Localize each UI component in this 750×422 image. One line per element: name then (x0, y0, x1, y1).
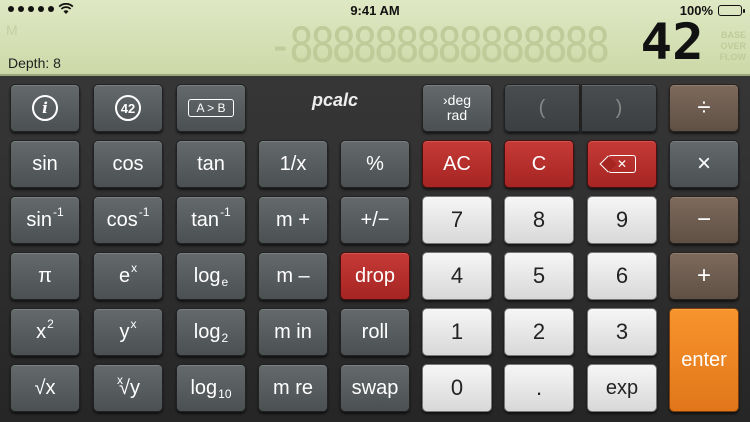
lcd-ghost-segments: -888888888888888 (268, 18, 610, 74)
square-root-button[interactable]: √x (10, 364, 80, 412)
right-paren-button[interactable]: ) (581, 84, 657, 132)
ln-button[interactable]: log e (176, 252, 246, 300)
left-paren-button[interactable]: ( (504, 84, 580, 132)
cos-button[interactable]: cos (93, 140, 163, 188)
log10-button[interactable]: log 10 (176, 364, 246, 412)
pcalc-badge-button[interactable]: 42 (93, 84, 163, 132)
divide-button[interactable]: ÷ (669, 84, 739, 132)
stack-depth: Depth: 8 (8, 55, 61, 71)
rad-label: rad (446, 107, 468, 123)
digit-1-button[interactable]: 1 (422, 308, 492, 356)
over-indicator: OVER (720, 41, 746, 51)
deg-rad-toggle[interactable]: ›deg rad (422, 84, 492, 132)
deg-label: ›deg (442, 92, 472, 108)
battery-icon (718, 5, 745, 16)
flow-indicator: FLOW (719, 52, 747, 62)
add-button[interactable]: + (669, 252, 739, 300)
digit-9-button[interactable]: 9 (587, 196, 657, 244)
enter-button[interactable]: enter (669, 308, 739, 412)
display-value: 42 (640, 13, 704, 71)
base-indicator: BASE (720, 30, 746, 40)
arccos-button[interactable]: cos -1 (93, 196, 163, 244)
power-button[interactable]: yx (93, 308, 163, 356)
clear-button[interactable]: C (504, 140, 574, 188)
exponent-button[interactable]: exp (587, 364, 657, 412)
memory-recall-button[interactable]: m re (258, 364, 328, 412)
pi-button[interactable]: π (10, 252, 80, 300)
memory-in-button[interactable]: m in (258, 308, 328, 356)
digit-0-button[interactable]: 0 (422, 364, 492, 412)
exp-e-button[interactable]: ex (93, 252, 163, 300)
info-button[interactable]: i (10, 84, 80, 132)
digit-6-button[interactable]: 6 (587, 252, 657, 300)
percent-button[interactable]: % (340, 140, 410, 188)
multiply-button[interactable]: × (669, 140, 739, 188)
backspace-icon: ✕ (608, 155, 636, 173)
info-icon: i (32, 95, 58, 121)
reciprocal-button[interactable]: 1/x (258, 140, 328, 188)
log2-button[interactable]: log 2 (176, 308, 246, 356)
decimal-point-button[interactable]: . (504, 364, 574, 412)
swap-ab-button[interactable]: A > B (176, 84, 246, 132)
square-button[interactable]: x2 (10, 308, 80, 356)
swap-button[interactable]: swap (340, 364, 410, 412)
all-clear-button[interactable]: AC (422, 140, 492, 188)
arctan-button[interactable]: tan -1 (176, 196, 246, 244)
sin-button[interactable]: sin (10, 140, 80, 188)
roll-button[interactable]: roll (340, 308, 410, 356)
pcalc-logo: pcalc (311, 90, 359, 110)
digit-5-button[interactable]: 5 (504, 252, 574, 300)
backspace-button[interactable]: ✕ (587, 140, 657, 188)
digit-8-button[interactable]: 8 (504, 196, 574, 244)
tan-button[interactable]: tan (176, 140, 246, 188)
badge-42-icon: 42 (115, 95, 141, 121)
memory-add-button[interactable]: m + (258, 196, 328, 244)
digit-4-button[interactable]: 4 (422, 252, 492, 300)
calculator-screen: 9:41 AM 100% M -888888888888888 42 BASE … (0, 0, 750, 422)
drop-button[interactable]: drop (340, 252, 410, 300)
arcsin-button[interactable]: sin -1 (10, 196, 80, 244)
status-time: 9:41 AM (350, 3, 400, 18)
digit-2-button[interactable]: 2 (504, 308, 574, 356)
digit-3-button[interactable]: 3 (587, 308, 657, 356)
memory-indicator: M (6, 22, 18, 38)
plus-minus-button[interactable]: +/− (340, 196, 410, 244)
subtract-button[interactable]: − (669, 196, 739, 244)
memory-subtract-button[interactable]: m – (258, 252, 328, 300)
lcd-display: 9:41 AM 100% M -888888888888888 42 BASE … (0, 0, 750, 76)
swap-ab-icon: A > B (188, 99, 234, 117)
digit-7-button[interactable]: 7 (422, 196, 492, 244)
nth-root-button[interactable]: x √y (93, 364, 163, 412)
